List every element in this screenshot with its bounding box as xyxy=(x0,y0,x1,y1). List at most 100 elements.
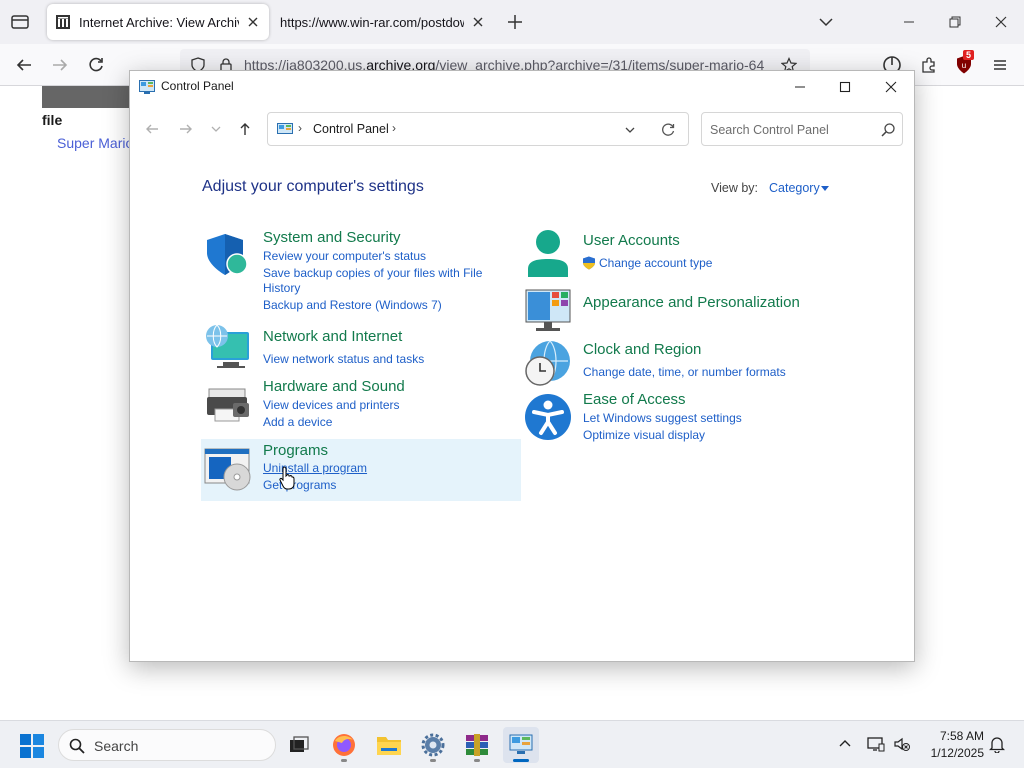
maximize-icon[interactable] xyxy=(822,73,868,101)
firefox-icon[interactable] xyxy=(326,727,362,763)
hamburger-menu-icon[interactable] xyxy=(988,53,1012,77)
volume-muted-icon[interactable] xyxy=(893,735,911,753)
notification-bell-icon[interactable] xyxy=(988,735,1006,753)
category-hardware-sound[interactable]: Hardware and Sound xyxy=(263,378,405,395)
page-heading: Adjust your computer's settings xyxy=(202,178,424,195)
uac-shield-icon xyxy=(582,256,596,270)
network-display-icon[interactable] xyxy=(867,735,885,753)
reload-icon[interactable] xyxy=(84,53,108,77)
taskbar-clock-date[interactable]: 1/12/2025 xyxy=(920,746,984,760)
link-devices-printers[interactable]: View devices and printers xyxy=(263,398,400,413)
cp-navigation-row: › Control Panel › Search Control Panel xyxy=(130,107,914,151)
browser-tab-bar: Internet Archive: View Archive https://w… xyxy=(0,0,1024,44)
printer-icon[interactable] xyxy=(203,381,251,429)
settings-gear-icon[interactable] xyxy=(415,727,451,763)
chevron-up-icon[interactable] xyxy=(836,735,854,753)
window-title: Control Panel xyxy=(161,79,234,93)
clock-globe-icon[interactable] xyxy=(524,339,572,387)
control-panel-window: Control Panel › Control Panel › Search C… xyxy=(129,70,915,662)
extension-badge: 5 xyxy=(963,50,975,60)
running-indicator xyxy=(474,759,480,762)
page-file-header: file xyxy=(42,112,63,128)
programs-disc-icon[interactable] xyxy=(203,445,251,493)
category-user-accounts[interactable]: User Accounts xyxy=(583,232,680,249)
search-icon xyxy=(69,738,85,754)
link-get-programs[interactable]: Get programs xyxy=(263,478,336,493)
tab-title: https://www.win-rar.com/postdow xyxy=(280,14,464,30)
task-view-icon[interactable] xyxy=(281,727,317,763)
restore-icon[interactable] xyxy=(941,8,969,36)
winrar-icon[interactable] xyxy=(459,727,495,763)
breadcrumb-chevron-icon[interactable]: › xyxy=(298,121,302,135)
taskbar-search-box[interactable]: Search xyxy=(58,729,276,761)
page-header-bar xyxy=(42,86,132,108)
chevron-down-icon[interactable] xyxy=(623,123,637,137)
link-save-backup[interactable]: Save backup copies of your files with Fi… xyxy=(263,266,482,281)
category-ease-of-access[interactable]: Ease of Access xyxy=(583,391,686,408)
link-optimize-display[interactable]: Optimize visual display xyxy=(583,428,705,443)
running-indicator xyxy=(341,759,347,762)
control-panel-icon xyxy=(277,123,293,136)
category-network-internet[interactable]: Network and Internet xyxy=(263,328,402,345)
minimize-icon[interactable] xyxy=(777,73,823,101)
link-change-date-time[interactable]: Change date, time, or number formats xyxy=(583,365,786,380)
refresh-icon[interactable] xyxy=(660,122,676,138)
category-clock-region[interactable]: Clock and Region xyxy=(583,341,701,358)
forward-arrow-icon[interactable] xyxy=(48,53,72,77)
shield-icon[interactable] xyxy=(203,231,251,279)
svg-text:u: u xyxy=(962,61,966,70)
user-accounts-icon[interactable] xyxy=(524,229,572,277)
link-network-status[interactable]: View network status and tasks xyxy=(263,352,424,367)
close-icon[interactable] xyxy=(868,73,914,101)
breadcrumb-chevron-icon[interactable]: › xyxy=(392,121,396,135)
close-icon[interactable] xyxy=(987,8,1015,36)
category-system-security[interactable]: System and Security xyxy=(263,229,401,246)
new-tab-plus-icon[interactable] xyxy=(505,12,525,32)
cp-title-bar[interactable]: Control Panel xyxy=(130,71,914,103)
recent-locations-chevron-icon[interactable] xyxy=(206,119,226,139)
minimize-icon[interactable] xyxy=(895,8,923,36)
taskbar: Search 7:58 AM 1/12/2025 xyxy=(0,720,1024,768)
close-tab-icon[interactable] xyxy=(245,14,261,30)
link-file-history[interactable]: History xyxy=(263,281,300,296)
address-bar[interactable]: › Control Panel › xyxy=(267,112,689,146)
active-indicator xyxy=(513,759,529,762)
search-icon[interactable] xyxy=(880,122,896,138)
running-indicator xyxy=(430,759,436,762)
search-placeholder: Search Control Panel xyxy=(710,123,829,137)
link-suggest-settings[interactable]: Let Windows suggest settings xyxy=(583,411,742,426)
hand-cursor-icon xyxy=(279,466,295,490)
view-by-label: View by: xyxy=(711,181,759,195)
breadcrumb-control-panel[interactable]: Control Panel xyxy=(313,122,389,136)
dropdown-caret-icon[interactable] xyxy=(821,186,829,191)
tab-title: Internet Archive: View Archive xyxy=(79,14,239,30)
firefox-view-icon[interactable] xyxy=(8,11,32,33)
file-explorer-icon[interactable] xyxy=(371,727,407,763)
accessibility-icon[interactable] xyxy=(524,393,572,441)
control-panel-taskbar-icon[interactable] xyxy=(503,727,539,763)
view-by-dropdown[interactable]: Category xyxy=(769,181,820,195)
category-appearance[interactable]: Appearance and Personalization xyxy=(583,294,800,311)
taskbar-search-label: Search xyxy=(94,738,139,754)
search-control-panel-input[interactable]: Search Control Panel xyxy=(701,112,903,146)
back-arrow-icon[interactable] xyxy=(12,53,36,77)
extensions-puzzle-icon[interactable] xyxy=(917,53,941,77)
up-arrow-icon[interactable] xyxy=(235,119,255,139)
forward-arrow-icon[interactable] xyxy=(176,119,196,139)
appearance-monitor-icon[interactable] xyxy=(524,286,572,334)
tab-win-rar[interactable]: https://www.win-rar.com/postdow xyxy=(272,4,494,40)
taskbar-clock-time[interactable]: 7:58 AM xyxy=(920,729,984,743)
close-tab-icon[interactable] xyxy=(470,14,486,30)
control-panel-icon xyxy=(139,80,155,94)
back-arrow-icon[interactable] xyxy=(142,119,162,139)
category-programs[interactable]: Programs xyxy=(263,442,328,459)
network-globe-icon[interactable] xyxy=(203,324,251,372)
tab-internet-archive[interactable]: Internet Archive: View Archive xyxy=(47,4,269,40)
link-add-device[interactable]: Add a device xyxy=(263,415,332,430)
chevron-down-icon[interactable] xyxy=(816,12,836,32)
link-review-status[interactable]: Review your computer's status xyxy=(263,249,426,264)
link-backup-restore[interactable]: Backup and Restore (Windows 7) xyxy=(263,298,442,313)
link-change-account-type[interactable]: Change account type xyxy=(599,256,712,271)
page-file-link[interactable]: Super Mario xyxy=(57,135,133,151)
windows-start-icon[interactable] xyxy=(20,734,44,758)
